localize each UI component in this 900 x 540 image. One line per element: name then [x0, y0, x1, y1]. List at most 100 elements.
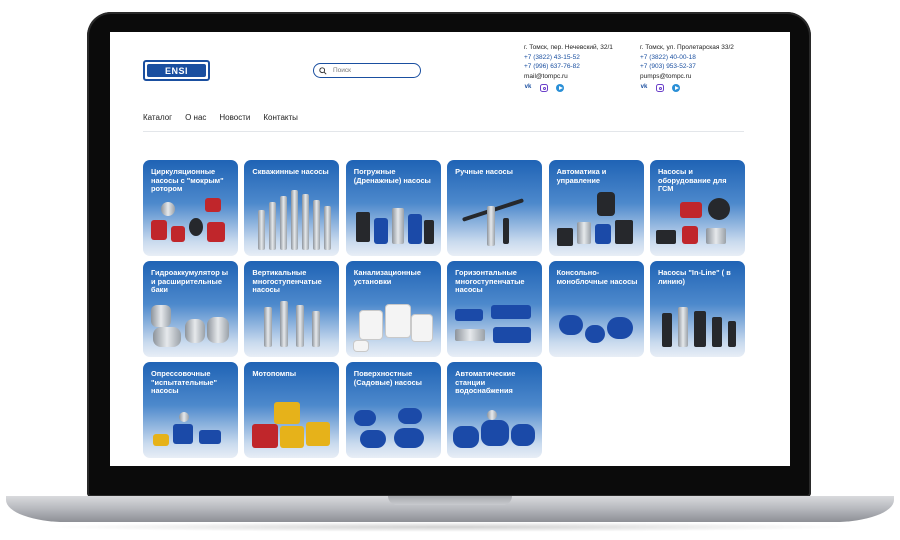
laptop-mockup: ENSI г. Томск, пер. Нечевский, 32/1 +7 (…	[0, 0, 900, 540]
product-image	[407, 214, 422, 244]
category-card-inline-pumps[interactable]: Насосы "In-Line" ( в линию)	[649, 261, 745, 357]
product-image	[397, 408, 422, 424]
category-card-motor-pumps[interactable]: Мотопомпы	[244, 362, 340, 458]
product-image	[151, 305, 171, 327]
category-card-horizontal-multistage[interactable]: Горизонтальные многоступенчатые насосы	[447, 261, 543, 357]
product-image	[189, 218, 203, 236]
nav-item-news[interactable]: Новости	[219, 113, 250, 122]
contacts-nechevsky: г. Томск, пер. Нечевский, 32/1 +7 (3822)…	[524, 43, 613, 92]
product-image	[391, 208, 404, 244]
product-image	[491, 305, 532, 319]
product-image	[677, 307, 688, 347]
product-image	[594, 224, 611, 244]
category-title: Циркуляционные насосы с "мокрым" ротором	[151, 167, 224, 194]
category-card-automation[interactable]: Автоматика и управление	[548, 160, 644, 256]
instagram-icon[interactable]	[540, 84, 548, 92]
category-title: Ручные насосы	[455, 167, 513, 176]
category-title: Скважинные насосы	[252, 167, 329, 176]
laptop-shadow	[40, 522, 860, 532]
product-image	[455, 309, 484, 321]
instagram-icon[interactable]	[656, 84, 664, 92]
category-card-drainage-pumps[interactable]: Погружные (Дренажные) насосы	[345, 160, 441, 256]
product-image	[487, 206, 496, 246]
category-card-circulation-pumps[interactable]: Циркуляционные насосы с "мокрым" ротором	[143, 160, 238, 256]
social-links: vk	[524, 84, 613, 92]
product-image	[185, 319, 205, 343]
category-card-accumulators[interactable]: Гидроаккумулятор ы и расширительные баки	[143, 261, 238, 357]
product-image	[269, 202, 277, 250]
product-image	[171, 226, 185, 242]
category-card-sewage-units[interactable]: Канализационные установки	[345, 261, 441, 357]
category-card-water-stations[interactable]: Автоматические станции водоснабжения	[447, 362, 543, 458]
category-title: Гидроаккумулятор ы и расширительные баки	[151, 268, 229, 295]
category-title: Вертикальные многоступенчатые насосы	[252, 268, 322, 295]
product-image	[353, 410, 376, 426]
product-image	[576, 222, 591, 244]
product-image	[705, 228, 726, 244]
telegram-icon[interactable]	[672, 84, 680, 92]
category-title: Канализационные установки	[353, 268, 421, 286]
category-card-vertical-multistage[interactable]: Вертикальные многоступенчатые насосы	[244, 261, 340, 357]
vk-icon[interactable]: vk	[640, 84, 648, 92]
phone-link[interactable]: +7 (903) 953-52-37	[640, 62, 734, 72]
phone-link[interactable]: +7 (3822) 40-00-18	[640, 53, 734, 63]
category-title: Опрессовочные "испытательные" насосы	[151, 369, 218, 396]
email-link[interactable]: mail@tompc.ru	[524, 72, 613, 82]
search-icon	[319, 66, 327, 75]
product-image	[359, 430, 386, 448]
category-card-hand-pumps[interactable]: Ручные насосы	[447, 160, 543, 256]
phone-link[interactable]: +7 (996) 637-76-82	[524, 62, 613, 72]
product-image	[584, 325, 605, 343]
product-image	[558, 315, 583, 335]
website-screen: ENSI г. Томск, пер. Нечевский, 32/1 +7 (…	[110, 32, 790, 466]
category-card-fuel-pumps[interactable]: Насосы и оборудование для ГСМ	[649, 160, 745, 256]
category-title: Консольно-моноблочные насосы	[556, 268, 638, 286]
product-image	[207, 222, 225, 242]
product-image	[359, 311, 382, 339]
product-image	[596, 192, 615, 216]
product-image	[455, 329, 486, 341]
phone-link[interactable]: +7 (3822) 43-15-52	[524, 53, 613, 63]
category-card-monoblock-pumps[interactable]: Консольно-моноблочные насосы	[548, 261, 644, 357]
category-title: Поверхностные (Садовые) насосы	[353, 369, 422, 387]
nav-item-catalog[interactable]: Каталог	[143, 113, 172, 122]
product-image	[511, 424, 536, 446]
product-image	[264, 307, 273, 347]
category-card-pressure-test-pumps[interactable]: Опрессовочные "испытательные" насосы	[143, 362, 238, 458]
product-image	[313, 200, 321, 250]
product-image	[353, 341, 368, 351]
category-card-borehole-pumps[interactable]: Скважинные насосы	[244, 160, 340, 256]
product-image	[556, 228, 573, 246]
product-image	[614, 220, 633, 244]
product-image	[393, 428, 424, 448]
email-link[interactable]: pumps@tompc.ru	[640, 72, 734, 82]
product-image	[274, 402, 301, 424]
category-card-surface-pumps[interactable]: Поверхностные (Садовые) насосы	[345, 362, 441, 458]
product-image	[324, 206, 332, 250]
product-image	[385, 305, 410, 337]
product-image	[179, 412, 189, 422]
vk-icon[interactable]: vk	[524, 84, 532, 92]
product-image	[302, 194, 310, 250]
product-image	[151, 220, 167, 240]
product-image	[693, 311, 706, 347]
laptop-notch	[388, 496, 512, 505]
header-divider	[143, 131, 744, 132]
product-image	[355, 212, 370, 242]
search-input[interactable]	[333, 67, 413, 74]
product-image	[280, 301, 289, 347]
telegram-icon[interactable]	[556, 84, 564, 92]
search-box[interactable]	[313, 63, 421, 78]
product-image	[296, 305, 305, 347]
product-image	[312, 311, 321, 347]
category-title: Автоматика и управление	[556, 167, 607, 185]
nav-item-contacts[interactable]: Контакты	[263, 113, 298, 122]
category-title: Погружные (Дренажные) насосы	[353, 167, 431, 185]
category-title: Автоматические станции водоснабжения	[455, 369, 516, 396]
product-image	[681, 226, 698, 244]
nav-item-about[interactable]: О нас	[185, 113, 206, 122]
site-logo[interactable]: ENSI	[143, 60, 210, 81]
product-image	[487, 410, 498, 420]
catalog-grid: Циркуляционные насосы с "мокрым" ротором…	[143, 160, 745, 458]
product-image	[503, 218, 510, 244]
